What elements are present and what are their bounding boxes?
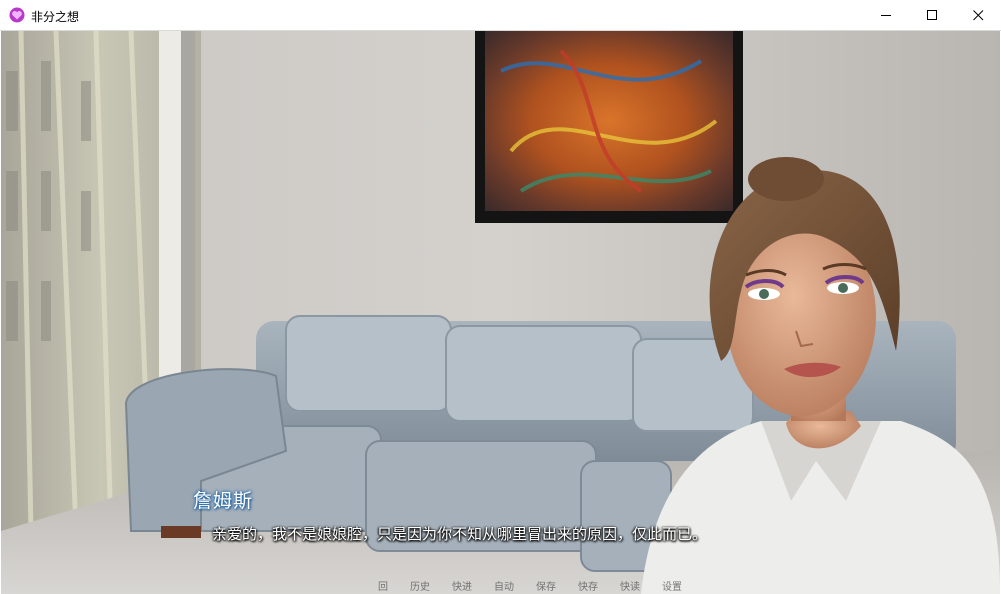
heart-icon [9, 7, 25, 23]
game-scene[interactable] [1, 31, 1000, 594]
quick-menu-history[interactable]: 历史 [399, 582, 441, 594]
quick-menu-auto[interactable]: 自动 [483, 582, 525, 594]
quick-menu-quick-save[interactable]: 快存 [567, 582, 609, 594]
minimize-icon [881, 15, 891, 16]
quick-menu-back[interactable]: 回 [367, 582, 399, 594]
close-button[interactable] [955, 0, 1001, 31]
maximize-button[interactable] [909, 0, 955, 31]
maximize-icon [927, 10, 937, 20]
quick-menu-skip[interactable]: 快进 [441, 582, 483, 594]
dialogue-text[interactable]: 亲爱的，我不是娘娘腔，只是因为你不知从哪里冒出来的原因，仅此而已。 [212, 523, 707, 544]
window-titlebar: 非分之想 [0, 0, 1001, 31]
quick-menu-quick-load[interactable]: 快读 [609, 582, 651, 594]
minimize-button[interactable] [863, 0, 909, 31]
speaker-name: 詹姆斯 [193, 490, 254, 512]
quick-menu-preferences[interactable]: 设置 [651, 582, 693, 594]
window-title: 非分之想 [31, 10, 80, 24]
quick-menu-save[interactable]: 保存 [525, 582, 567, 594]
close-icon [973, 10, 984, 21]
quick-menu: 回 历史 快进 自动 保存 快存 快读 设置 [367, 582, 693, 594]
